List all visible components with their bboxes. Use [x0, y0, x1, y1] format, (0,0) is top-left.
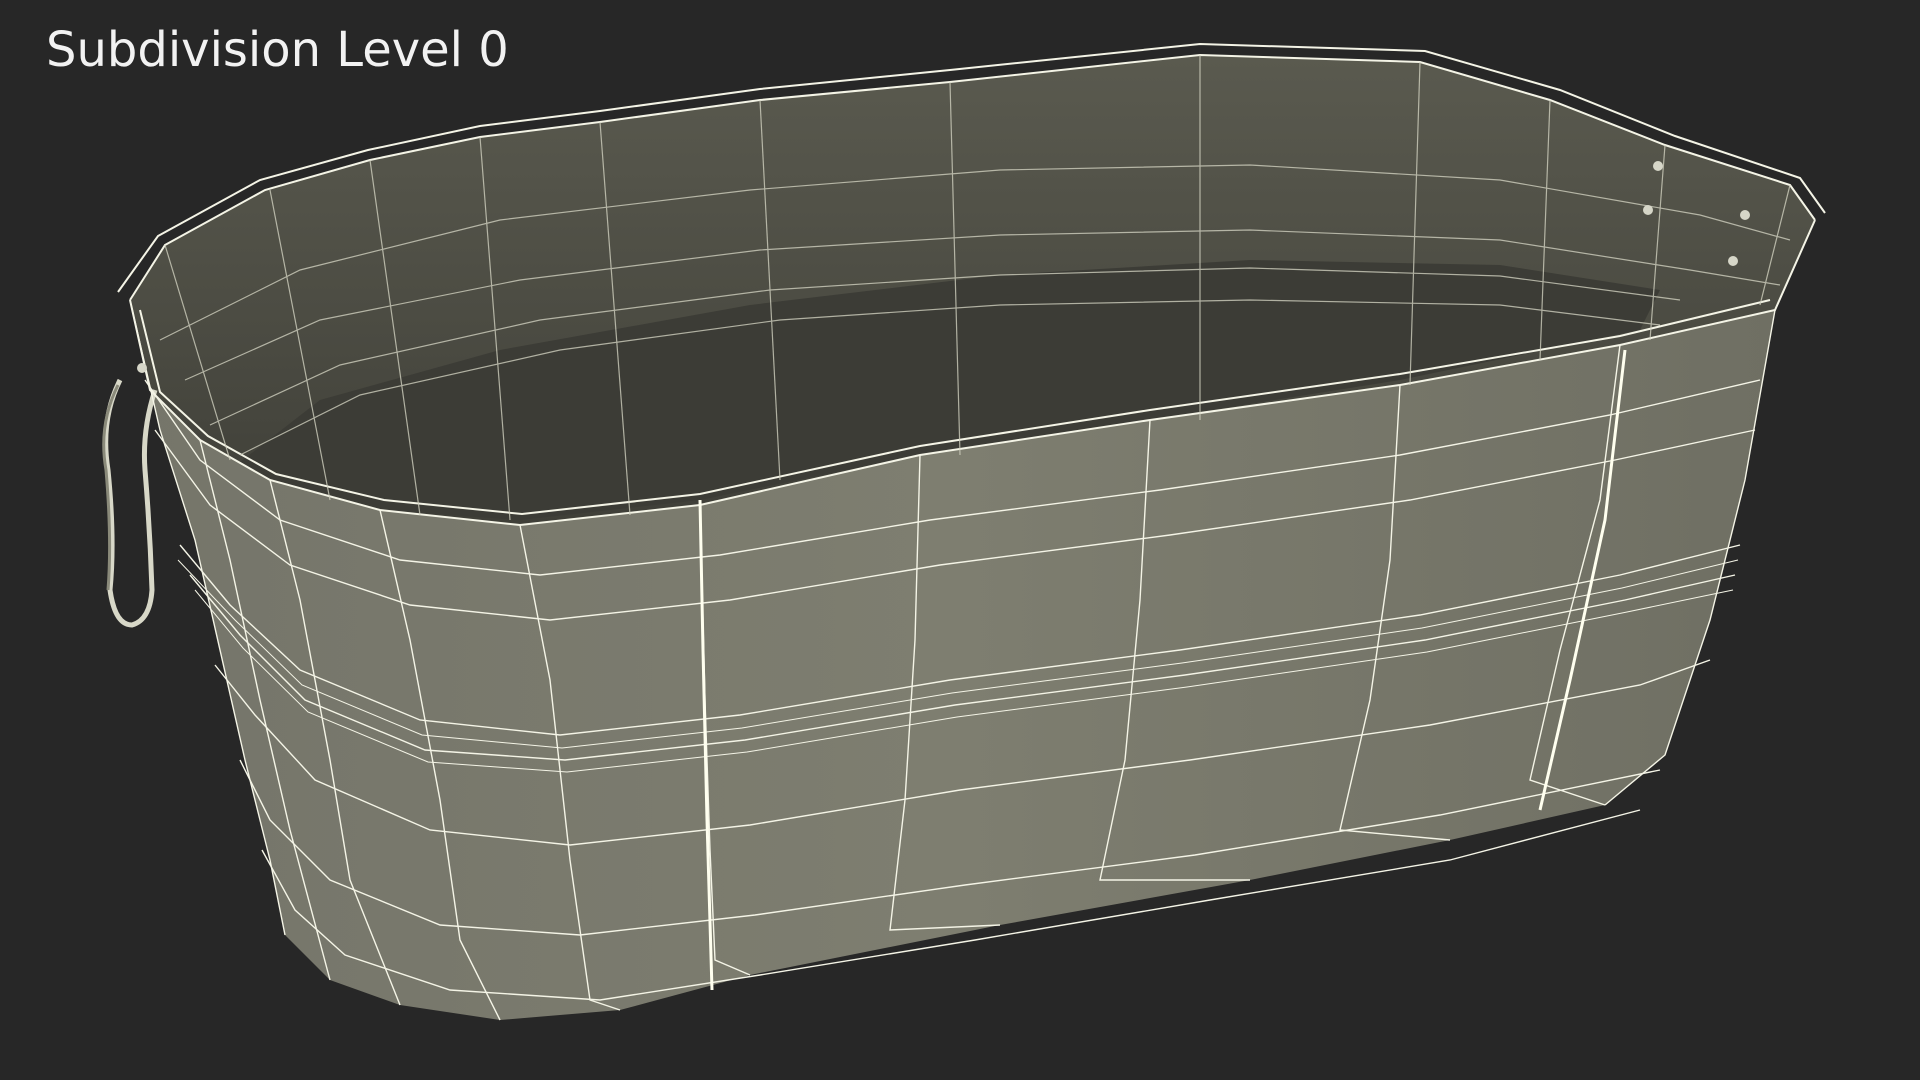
render-viewport: Subdivision Level 0	[0, 0, 1920, 1080]
wireframe-render	[102, 42, 1826, 1021]
tub-handle	[103, 378, 158, 628]
